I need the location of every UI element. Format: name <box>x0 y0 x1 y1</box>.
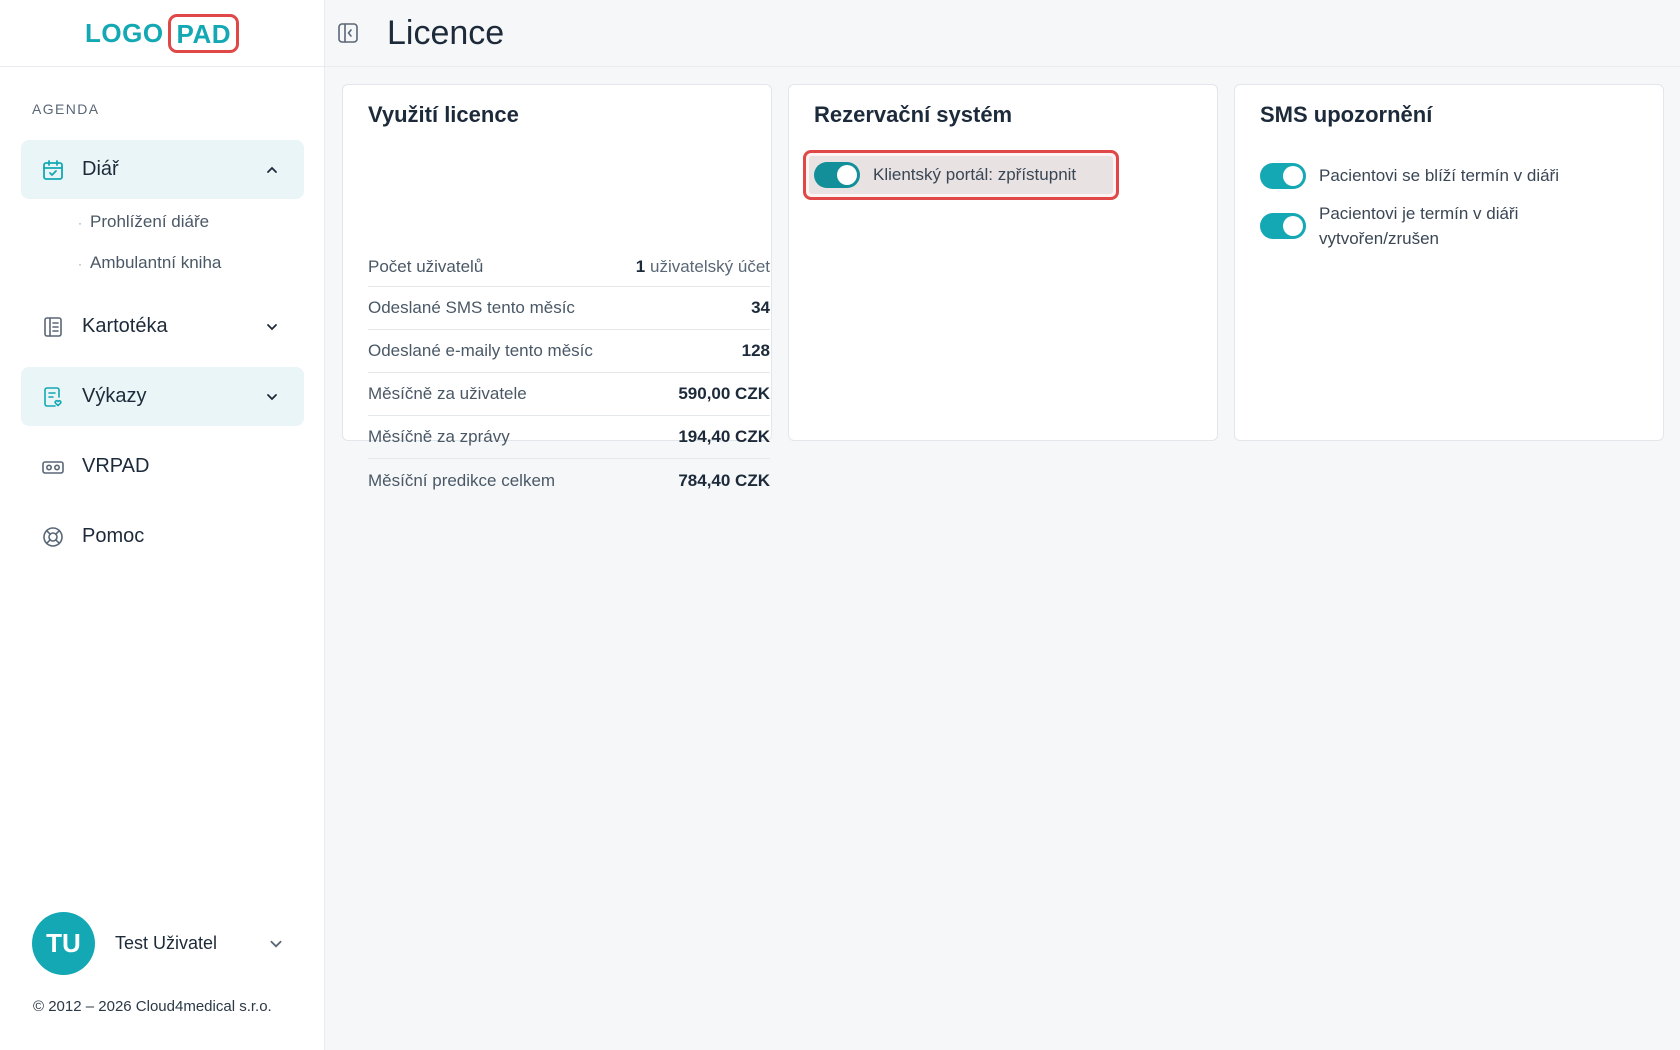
row-value: 194,40 CZK <box>678 427 770 446</box>
row-label: Počet uživatelů <box>368 256 484 276</box>
row-value: 784,40 CZK <box>678 470 770 490</box>
table-row: Měsíčně za zprávy 194,40 CZK <box>368 416 770 459</box>
client-portal-label: Klientský portál: zpřístupnit <box>873 165 1077 184</box>
sidebar-item-label: VRPAD <box>82 455 150 477</box>
sidebar-item-vrpad[interactable]: VRPAD <box>21 437 304 496</box>
sidebar-subitem-ambulantni-kniha[interactable]: · Ambulantní kniha <box>78 253 221 273</box>
bullet-dot: · <box>78 215 82 230</box>
page-title: Licence <box>387 13 505 52</box>
page-header: Licence <box>325 0 1680 67</box>
row-label: Odeslané e-maily tento měsíc <box>368 341 593 360</box>
logo[interactable]: LOGO PAD <box>84 13 240 53</box>
row-label: Měsíčně za uživatele <box>368 384 527 403</box>
table-row: Měsíčně za uživatele 590,00 CZK <box>368 373 770 416</box>
sidebar-item-label: Výkazy <box>82 385 147 407</box>
table-row: Měsíční predikce celkem 784,40 CZK <box>368 459 770 502</box>
sidebar-subitem-label: Ambulantní kniha <box>90 253 222 272</box>
row-value-unit: uživatelský účet <box>650 256 770 276</box>
chevron-down-icon <box>268 936 284 952</box>
sms-option: Pacientovi se blíží termín v diáři <box>1260 163 1599 189</box>
sidebar-item-vykazy[interactable]: Výkazy <box>21 367 304 426</box>
sms-option-label: Pacientovi se blíží termín v diáři <box>1319 166 1559 185</box>
card-license-usage: Využití licence Počet uživatelů 1 uživat… <box>342 84 772 490</box>
sidebar-item-pomoc[interactable]: Pomoc <box>21 507 304 566</box>
logo-text-left: LOGO <box>84 17 164 48</box>
client-portal-setting: Klientský portál: zpřístupnit <box>809 156 1113 194</box>
license-table: Počet uživatelů 1 uživatelský účet Odesl… <box>368 247 770 502</box>
sidebar-item-label: Diář <box>82 158 119 180</box>
card-title: Rezervační systém <box>814 102 1013 127</box>
logo-text-right: PAD <box>167 13 240 53</box>
sidebar-item-label: Kartotéka <box>82 315 168 337</box>
table-row: Odeslané e-maily tento měsíc 128 <box>368 330 770 373</box>
chevron-down-icon <box>264 319 280 335</box>
sidebar-collapse-icon[interactable] <box>335 20 361 46</box>
sidebar-item-label: Pomoc <box>82 525 145 547</box>
chevron-up-icon <box>264 162 280 178</box>
row-value-number: 1 <box>635 256 646 276</box>
sidebar-item-kartoteka[interactable]: Kartotéka <box>21 297 304 356</box>
row-value: 590,00 CZK <box>678 384 770 403</box>
chevron-down-icon <box>264 389 280 405</box>
bullet-dot: · <box>78 256 82 271</box>
logo-bar: LOGO PAD <box>0 0 324 67</box>
lifebuoy-icon <box>41 525 65 549</box>
sidebar-subitem-label: Prohlížení diáře <box>90 212 210 231</box>
vr-headset-icon <box>41 455 65 479</box>
user-menu[interactable]: TU Test Uživatel <box>32 912 292 975</box>
sidebar: LOGO PAD AGENDA Diář · Prohlížení diáře ·… <box>0 0 325 1050</box>
section-label-agenda: AGENDA <box>32 101 100 117</box>
file-cabinet-icon <box>41 315 65 339</box>
table-row: Odeslané SMS tento měsíc 34 <box>368 287 770 330</box>
copyright: © 2012 – 2026 Cloud4medical s.r.o. <box>33 998 272 1015</box>
row-value: 1 uživatelský účet <box>636 257 770 277</box>
user-name: Test Uživatel <box>115 933 218 953</box>
card-title: SMS upozornění <box>1260 102 1433 127</box>
card-title: Využití licence <box>368 102 519 127</box>
sms-created-cancelled-toggle[interactable] <box>1260 213 1306 239</box>
sidebar-item-diar[interactable]: Diář <box>21 140 304 199</box>
client-portal-highlight: Klientský portál: zpřístupnit <box>803 150 1119 200</box>
row-value: 34 <box>751 298 770 317</box>
report-icon <box>41 385 65 409</box>
card-booking-system: Rezervační systém Klientský portál: zpří… <box>788 84 1218 441</box>
row-label: Měsíční predikce celkem <box>368 470 556 490</box>
sidebar-subitem-prohlizeni-diare[interactable]: · Prohlížení diáře <box>78 212 209 232</box>
sms-option: Pacientovi je termín v diáři vytvořen/zr… <box>1260 201 1599 251</box>
sms-upcoming-toggle[interactable] <box>1260 163 1306 189</box>
client-portal-toggle[interactable] <box>814 162 860 188</box>
row-label: Odeslané SMS tento měsíc <box>368 298 575 317</box>
row-label: Měsíčně za zprávy <box>368 427 510 446</box>
avatar: TU <box>32 912 95 975</box>
sms-option-label: Pacientovi je termín v diáři vytvořen/zr… <box>1319 204 1519 248</box>
row-value: 128 <box>741 341 770 360</box>
calendar-check-icon <box>41 158 65 182</box>
table-row: Počet uživatelů 1 uživatelský účet <box>368 247 770 287</box>
card-sms-notifications: SMS upozornění Pacientovi se blíží termí… <box>1234 84 1664 441</box>
